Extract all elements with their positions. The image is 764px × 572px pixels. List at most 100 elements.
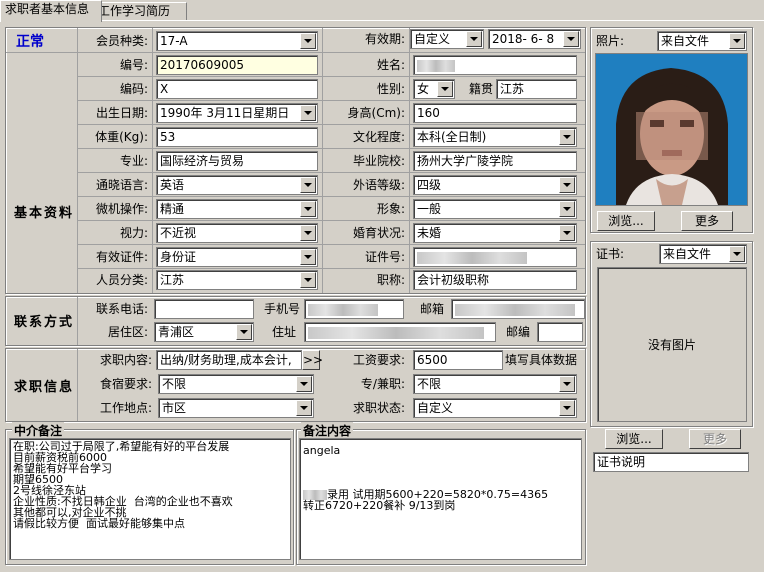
name-input[interactable] [413, 55, 577, 75]
location-select[interactable]: 市区 [158, 398, 314, 418]
chevron-down-icon[interactable] [296, 400, 312, 416]
number-label: 编号: [119, 58, 148, 72]
vision-select[interactable]: 不近视 [156, 223, 318, 243]
image-value: 一般 [417, 202, 442, 216]
image-select[interactable]: 一般 [413, 199, 577, 219]
notes-textarea[interactable]: angela 录用 试用期5600+220=5820*0.75=4365 转正672… [299, 438, 582, 560]
job-status-label: 求职状态: [352, 401, 405, 415]
address-label: 住址 [271, 325, 296, 339]
section-basic-title: 基本资料 [14, 206, 75, 221]
email-input[interactable] [451, 299, 585, 319]
marital-value: 未婚 [417, 226, 442, 240]
validity-date-picker[interactable]: 2018- 6- 8 [488, 29, 581, 49]
phone-input[interactable] [154, 299, 254, 319]
height-input[interactable]: 160 [413, 103, 577, 123]
marital-select[interactable]: 未婚 [413, 223, 577, 243]
row-line [78, 76, 585, 77]
mobile-input[interactable] [304, 299, 404, 319]
certificate-browse-button[interactable]: 浏览... [605, 429, 663, 449]
chevron-down-icon[interactable] [300, 177, 316, 193]
fulltime-select[interactable]: 不限 [413, 374, 577, 394]
job-status-select[interactable]: 自定义 [413, 398, 577, 418]
weight-input[interactable]: 53 [156, 127, 318, 147]
divider [409, 28, 410, 293]
chevron-down-icon[interactable] [559, 400, 575, 416]
chevron-down-icon[interactable] [300, 105, 316, 121]
expand-button[interactable]: >> [302, 350, 323, 370]
divider [77, 28, 78, 293]
lodging-select[interactable]: 不限 [158, 374, 314, 394]
photo-label: 照片: [596, 34, 625, 48]
chevron-down-icon[interactable] [559, 129, 575, 145]
photo-source-select[interactable]: 来自文件 [657, 31, 747, 51]
chevron-down-icon[interactable] [559, 376, 575, 392]
address-input[interactable] [304, 322, 496, 342]
chevron-down-icon[interactable] [300, 33, 316, 49]
tab-resume[interactable]: 工作学习简历 [93, 2, 187, 21]
id-number-input[interactable] [413, 247, 577, 267]
language-select[interactable]: 英语 [156, 175, 318, 195]
person-class-select[interactable]: 江苏 [156, 270, 318, 290]
chevron-down-icon[interactable] [729, 246, 745, 262]
chevron-down-icon[interactable] [300, 272, 316, 288]
chevron-down-icon[interactable] [559, 177, 575, 193]
id-type-select[interactable]: 身份证 [156, 247, 318, 267]
major-input[interactable]: 国际经济与贸易 [156, 151, 318, 171]
phone-label: 联系电话: [95, 302, 148, 316]
chevron-down-icon[interactable] [559, 225, 575, 241]
vision-label: 视力: [119, 226, 148, 240]
chevron-down-icon[interactable] [296, 376, 312, 392]
education-value: 本科(全日制) [417, 130, 487, 144]
member-type-select[interactable]: 17-A [156, 31, 318, 51]
divider [322, 28, 323, 293]
code-input[interactable]: X [156, 79, 318, 99]
height-label: 身高(Cm): [347, 106, 405, 120]
vision-value: 不近视 [160, 226, 197, 240]
computer-select[interactable]: 精通 [156, 199, 318, 219]
native-input[interactable]: 江苏 [496, 79, 577, 99]
chevron-down-icon[interactable] [236, 324, 252, 340]
row-line [78, 196, 585, 197]
chevron-down-icon[interactable] [729, 33, 745, 49]
photo-browse-button[interactable]: 浏览... [597, 211, 655, 231]
certificate-source-select[interactable]: 来自文件 [659, 244, 747, 264]
chevron-down-icon[interactable] [437, 81, 453, 97]
redacted-text [417, 251, 527, 264]
chevron-down-icon[interactable] [300, 249, 316, 265]
birth-date-picker[interactable]: 1990年 3月11日星期日 [156, 103, 318, 123]
no-image-text: 没有图片 [647, 338, 696, 352]
postcode-input[interactable] [537, 322, 583, 342]
job-status-value: 自定义 [417, 401, 454, 415]
title-input[interactable]: 会计初级职称 [413, 270, 577, 290]
certificate-desc-input[interactable]: 证书说明 [593, 452, 749, 472]
job-content-input[interactable]: 出纳/财务助理,成本会计, [156, 350, 302, 370]
native-label: 籍贯 [468, 82, 493, 96]
certificate-more-button[interactable]: 更多 [689, 429, 741, 449]
number-input[interactable]: 20170609005 [156, 55, 318, 75]
school-input[interactable]: 扬州大学广陵学院 [413, 151, 577, 171]
agent-notes-textarea[interactable]: 在职:公司过于局限了,希望能有好的平台发展 目前薪资税前6000 希望能有好平台… [9, 438, 291, 560]
language-value: 英语 [160, 178, 185, 192]
chevron-down-icon[interactable] [559, 201, 575, 217]
chevron-down-icon[interactable] [563, 31, 579, 47]
salary-input[interactable]: 6500 [413, 350, 503, 370]
fulltime-value: 不限 [417, 377, 442, 391]
education-select[interactable]: 本科(全日制) [413, 127, 577, 147]
row-line [78, 268, 585, 269]
gender-select[interactable]: 女 [413, 79, 455, 99]
tab-basic-info[interactable]: 求职者基本信息 [0, 0, 102, 22]
language-label: 通晓语言: [95, 178, 148, 192]
lodging-label: 食宿要求: [99, 377, 152, 391]
fulltime-label: 专/兼职: [360, 377, 405, 391]
birth-value: 1990年 3月11日星期日 [160, 106, 290, 120]
member-type-value: 17-A [160, 34, 188, 48]
chevron-down-icon[interactable] [300, 201, 316, 217]
chevron-down-icon[interactable] [300, 225, 316, 241]
district-value: 青浦区 [158, 325, 195, 339]
chevron-down-icon[interactable] [466, 31, 482, 47]
photo-more-button[interactable]: 更多 [681, 211, 733, 231]
district-select[interactable]: 青浦区 [154, 322, 254, 342]
status-label: 正常 [16, 34, 44, 50]
foreign-level-select[interactable]: 四级 [413, 175, 577, 195]
validity-type-select[interactable]: 自定义 [410, 29, 484, 49]
